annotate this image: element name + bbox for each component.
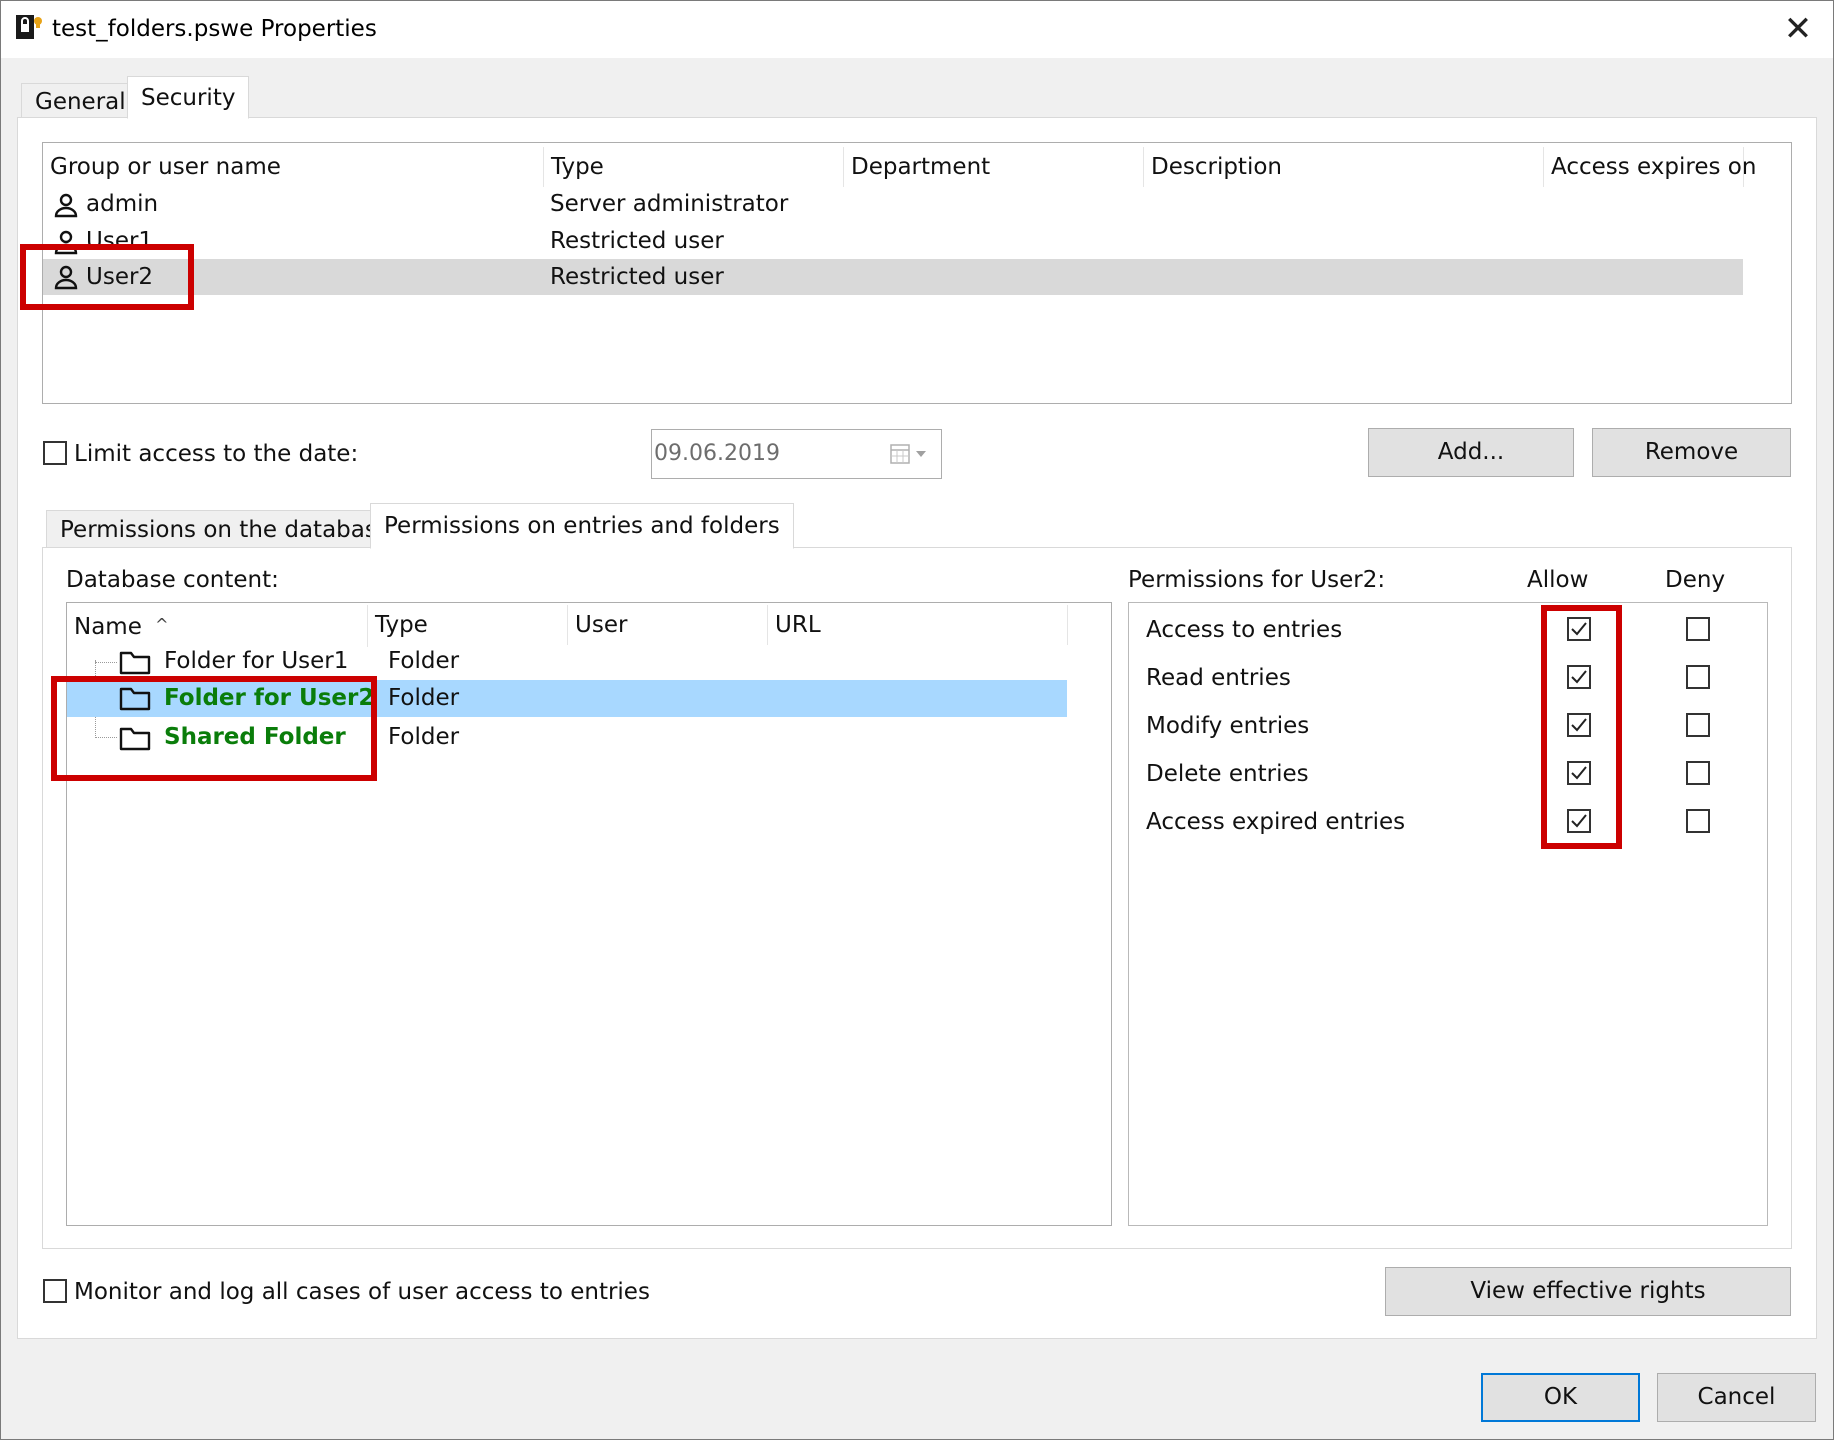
permission-label: Modify entries (1146, 713, 1310, 739)
view-effective-rights-button[interactable]: View effective rights (1385, 1267, 1791, 1316)
column-header-type[interactable]: Type (368, 605, 568, 645)
user-type: Server administrator (550, 191, 789, 217)
tab-general[interactable]: General (21, 83, 140, 117)
close-button[interactable]: ✕ (1770, 6, 1826, 52)
deny-checkbox[interactable] (1686, 665, 1710, 689)
column-header-name[interactable]: Name ^ (67, 605, 368, 647)
folder-type: Folder (388, 685, 460, 711)
monitor-checkbox[interactable] (43, 1279, 67, 1303)
folder-icon (119, 651, 151, 675)
user-type: Restricted user (550, 264, 724, 290)
user-type: Restricted user (550, 228, 724, 254)
database-content-label: Database content: (66, 567, 279, 593)
deny-checkbox[interactable] (1686, 809, 1710, 833)
permission-label: Access expired entries (1146, 809, 1406, 835)
folder-name: Folder for User1 (164, 648, 349, 674)
table-row-selected[interactable]: User2 Restricted user (43, 259, 1743, 295)
tab-permissions-entries[interactable]: Permissions on entries and folders (370, 503, 794, 549)
remove-button[interactable]: Remove (1592, 428, 1791, 477)
limit-access-checkbox[interactable] (43, 441, 67, 465)
table-row[interactable]: User1 Restricted user (43, 223, 1743, 260)
tab-permissions-database[interactable]: Permissions on the database (46, 510, 405, 547)
column-header-user[interactable]: User (568, 605, 768, 645)
date-value: 09.06.2019 (654, 441, 780, 466)
column-header-name[interactable]: Group or user name (43, 147, 544, 187)
sort-ascending-icon: ^ (155, 615, 169, 634)
folder-type: Folder (388, 648, 460, 674)
user-icon (54, 193, 78, 218)
column-header-name-label: Name (74, 614, 142, 640)
annotation-box-user2 (20, 244, 194, 310)
deny-column-label: Deny (1665, 567, 1726, 593)
deny-checkbox[interactable] (1686, 761, 1710, 785)
permission-label: Delete entries (1146, 761, 1309, 787)
add-button[interactable]: Add... (1368, 428, 1574, 477)
permission-label: Access to entries (1146, 617, 1343, 643)
folder-type: Folder (388, 724, 460, 750)
annotation-box-allow (1541, 605, 1622, 849)
column-header-access-expires[interactable]: Access expires on (1544, 147, 1756, 187)
column-header-type[interactable]: Type (544, 147, 844, 187)
permissions-for-label: Permissions for User2: (1128, 567, 1386, 593)
annotation-box-folders (51, 676, 377, 781)
allow-column-label: Allow (1527, 567, 1589, 593)
lock-key-icon (16, 15, 42, 39)
table-row[interactable]: admin Server administrator (43, 186, 1743, 223)
permission-label: Read entries (1146, 665, 1291, 691)
limit-access-label: Limit access to the date: (74, 441, 359, 467)
deny-checkbox[interactable] (1686, 713, 1710, 737)
date-picker[interactable]: 09.06.2019 (651, 429, 942, 479)
monitor-label: Monitor and log all cases of user access… (74, 1279, 650, 1305)
cancel-button[interactable]: Cancel (1657, 1373, 1816, 1422)
calendar-dropdown-icon[interactable] (890, 444, 932, 466)
column-header-description[interactable]: Description (1144, 147, 1544, 187)
user-name: admin (86, 191, 159, 217)
ok-button[interactable]: OK (1481, 1373, 1640, 1422)
deny-checkbox[interactable] (1686, 617, 1710, 641)
tab-security[interactable]: Security (127, 76, 250, 119)
window-title: test_folders.pswe Properties (52, 16, 377, 42)
column-header-department[interactable]: Department (844, 147, 1144, 187)
column-header-url[interactable]: URL (768, 605, 1068, 645)
